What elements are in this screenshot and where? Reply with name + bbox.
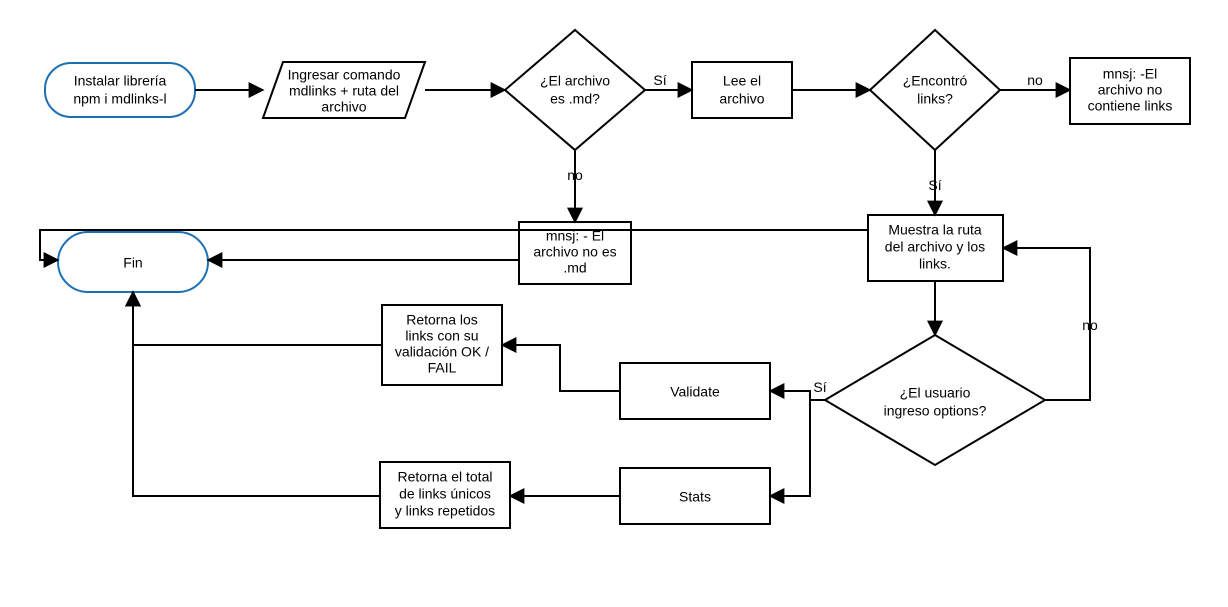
svg-text:npm i mdlinks-l: npm i mdlinks-l <box>73 91 166 107</box>
node-show-links: Muestra la ruta del archivo y los links. <box>868 215 1003 281</box>
svg-text:¿Encontró: ¿Encontró <box>903 73 968 89</box>
edge-options-stats <box>770 400 810 496</box>
node-validate: Validate <box>620 363 770 419</box>
node-found-links: ¿Encontró links? <box>870 30 1000 150</box>
edge-options-no <box>1003 248 1090 400</box>
node-return-validation: Retorna los links con su validación OK /… <box>382 305 502 385</box>
svg-text:es .md?: es .md? <box>550 91 600 107</box>
svg-text:validación OK /: validación OK / <box>395 344 489 360</box>
node-options: ¿El usuario ingreso options? <box>825 335 1045 465</box>
label-ismd-no: no <box>567 167 583 183</box>
svg-text:FAIL: FAIL <box>428 360 457 376</box>
svg-text:mdlinks + ruta del: mdlinks + ruta del <box>289 83 399 99</box>
svg-text:ingreso options?: ingreso options? <box>884 403 987 419</box>
node-command: Ingresar comando mdlinks + ruta del arch… <box>263 62 425 118</box>
svg-text:Ingresar comando: Ingresar comando <box>288 67 401 83</box>
node-read: Lee el archivo <box>692 62 792 118</box>
svg-text:archivo no es: archivo no es <box>533 244 616 260</box>
svg-text:mnsj: -El: mnsj: -El <box>1103 66 1157 82</box>
svg-text:Instalar librería: Instalar librería <box>74 73 167 89</box>
node-install: Instalar librería npm i mdlinks-l <box>45 63 195 117</box>
svg-text:links con su: links con su <box>405 328 478 344</box>
label-ismd-yes: Sí <box>653 72 666 88</box>
svg-text:.md: .md <box>563 260 586 276</box>
svg-text:Retorna los: Retorna los <box>406 312 478 328</box>
svg-text:archivo: archivo <box>321 99 366 115</box>
label-options-yes: Sí <box>813 379 826 395</box>
label-found-yes: Sí <box>928 177 941 193</box>
edge-validate-retval <box>502 345 620 391</box>
flowchart: Instalar librería npm i mdlinks-l Ingres… <box>0 0 1228 607</box>
node-is-md: ¿El archivo es .md? <box>505 30 645 150</box>
svg-text:Validate: Validate <box>670 384 720 400</box>
svg-text:de links únicos: de links únicos <box>399 486 491 502</box>
svg-text:del archivo y los: del archivo y los <box>885 239 985 255</box>
svg-text:y links repetidos: y links repetidos <box>395 503 495 519</box>
node-fin: Fin <box>58 232 208 292</box>
node-return-stats: Retorna el total de links únicos y links… <box>380 462 510 528</box>
svg-text:contiene links: contiene links <box>1088 98 1173 114</box>
svg-text:Retorna el total: Retorna el total <box>398 469 493 485</box>
svg-text:¿El usuario: ¿El usuario <box>900 385 971 401</box>
edge-retstats-fin <box>133 292 380 496</box>
edge-options-validate <box>770 391 810 400</box>
node-not-md-msg: mnsj: - El archivo no es .md <box>519 222 631 284</box>
svg-text:archivo: archivo <box>719 91 764 107</box>
label-found-no: no <box>1027 72 1043 88</box>
svg-text:archivo no: archivo no <box>1098 82 1163 98</box>
node-no-links-msg: mnsj: -El archivo no contiene links <box>1070 58 1190 124</box>
svg-text:links?: links? <box>917 91 953 107</box>
label-options-no: no <box>1082 317 1098 333</box>
svg-text:Stats: Stats <box>679 489 711 505</box>
svg-text:Muestra la ruta: Muestra la ruta <box>888 222 982 238</box>
svg-text:links.: links. <box>919 256 951 272</box>
svg-text:Fin: Fin <box>123 255 142 271</box>
edge-retval-fin <box>133 292 382 345</box>
svg-text:Lee el: Lee el <box>723 73 761 89</box>
svg-text:¿El archivo: ¿El archivo <box>540 73 610 89</box>
node-stats: Stats <box>620 468 770 524</box>
